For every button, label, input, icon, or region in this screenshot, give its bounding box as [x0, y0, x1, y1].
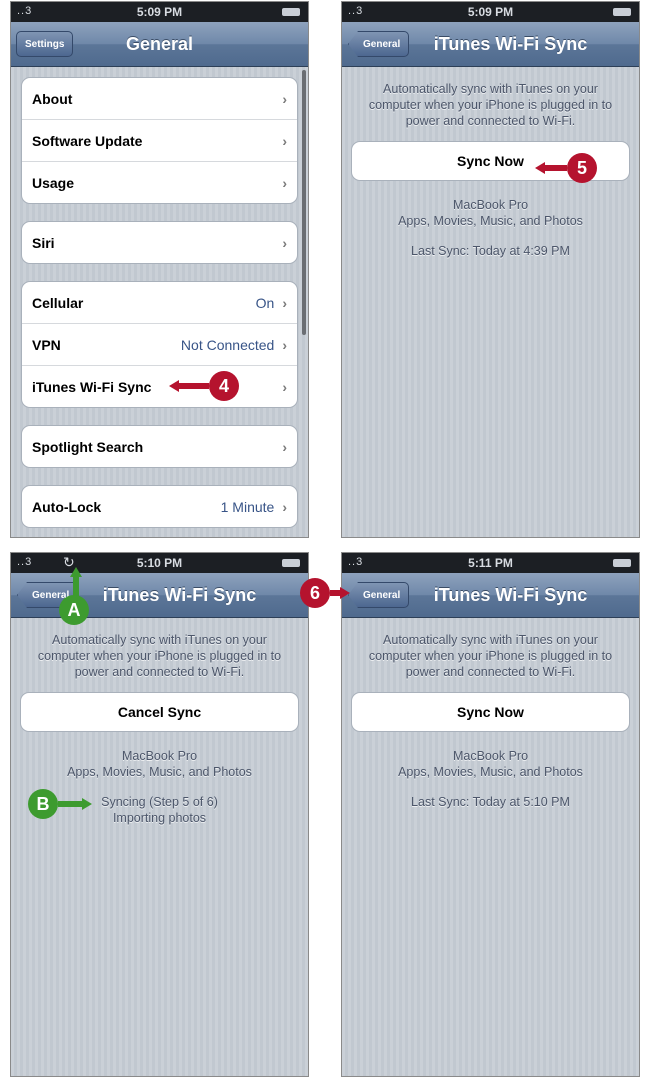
callout-step-4: 4: [169, 371, 239, 401]
sync-description: Automatically sync with iTunes on your c…: [37, 633, 282, 679]
page-title: iTunes Wi-Fi Sync: [102, 584, 257, 605]
row-value: 1 Minute: [220, 498, 275, 515]
page-title: iTunes Wi-Fi Sync: [433, 33, 588, 54]
battery-icon: [282, 559, 300, 567]
chevron-right-icon: ›: [282, 378, 287, 395]
settings-group-2: Siri ›: [21, 221, 298, 264]
callout-badge: 5: [567, 153, 597, 183]
chevron-right-icon: ›: [282, 498, 287, 515]
button-label: Sync Now: [457, 153, 524, 169]
battery-icon: [613, 559, 631, 567]
settings-row-software-update[interactable]: Software Update ›: [22, 120, 297, 162]
status-time: 5:09 PM: [136, 5, 183, 19]
row-label: Usage: [32, 174, 75, 191]
device-name: MacBook Pro: [452, 749, 529, 763]
callout-step-6: 6: [300, 578, 350, 608]
general-back-button[interactable]: General: [348, 31, 410, 57]
settings-back-button[interactable]: Settings: [16, 31, 74, 57]
chevron-right-icon: ›: [282, 336, 287, 353]
scrollbar[interactable]: [302, 70, 306, 335]
chevron-right-icon: ›: [282, 90, 287, 107]
settings-row-about[interactable]: About ›: [22, 78, 297, 120]
callout-arrowhead: [535, 162, 545, 174]
screenshot-general-settings: ..3 5:09 PM Settings General About › Sof…: [10, 1, 309, 538]
device-name: MacBook Pro: [121, 749, 198, 763]
sync-content: Apps, Movies, Music, and Photos: [398, 214, 583, 228]
navigation-bar: Settings General: [11, 22, 308, 67]
chevron-right-icon: ›: [282, 132, 287, 149]
navigation-bar: General iTunes Wi-Fi Sync: [11, 573, 308, 618]
status-bar: ..3 ↻ 5:10 PM: [11, 553, 308, 573]
row-label: Spotlight Search: [32, 438, 144, 455]
settings-row-vpn[interactable]: VPN Not Connected ›: [22, 324, 297, 366]
row-value: On: [255, 294, 275, 311]
status-time: 5:11 PM: [468, 556, 513, 570]
general-back-button[interactable]: General: [348, 582, 410, 608]
sync-description: Automatically sync with iTunes on your c…: [368, 82, 613, 128]
row-value: Not Connected: [180, 336, 275, 353]
chevron-right-icon: ›: [282, 174, 287, 191]
settings-row-siri[interactable]: Siri ›: [22, 222, 297, 263]
callout-arrowhead: [169, 380, 179, 392]
screenshot-syncing: ..3 ↻ 5:10 PM General iTunes Wi-Fi Sync …: [10, 552, 309, 1077]
callout-badge: 6: [300, 578, 330, 608]
battery-icon: [282, 8, 300, 16]
row-label: iTunes Wi-Fi Sync: [32, 378, 152, 395]
callout-step-5: 5: [535, 153, 597, 183]
row-label: Software Update: [32, 132, 143, 149]
page-title: General: [125, 33, 194, 54]
row-label: Siri: [32, 234, 55, 251]
status-time: 5:10 PM: [136, 556, 183, 570]
navigation-bar: General iTunes Wi-Fi Sync: [342, 22, 639, 67]
navigation-bar: General iTunes Wi-Fi Sync: [342, 573, 639, 618]
status-bar: ..3 5:09 PM: [342, 2, 639, 22]
settings-row-spotlight-search[interactable]: Spotlight Search ›: [22, 426, 297, 467]
cancel-sync-button[interactable]: Cancel Sync: [20, 692, 299, 732]
callout-arrow-shaft: [545, 165, 567, 171]
status-time: 5:09 PM: [467, 5, 514, 19]
sync-content: Apps, Movies, Music, and Photos: [398, 765, 583, 779]
last-sync: Last Sync: Today at 4:39 PM: [411, 244, 570, 258]
sync-description: Automatically sync with iTunes on your c…: [368, 633, 613, 679]
settings-row-usage[interactable]: Usage ›: [22, 162, 297, 203]
last-sync: Last Sync: Today at 5:10 PM: [411, 795, 570, 809]
status-bar: ..3 5:11 PM: [342, 553, 639, 573]
row-label: VPN: [32, 336, 61, 353]
callout-badge: 4: [209, 371, 239, 401]
settings-group-1: About › Software Update › Usage ›: [21, 77, 298, 204]
row-label: About: [32, 90, 73, 107]
callout-arrow-shaft: [58, 801, 82, 807]
settings-group-3: Cellular On › VPN Not Connected › iTunes…: [21, 281, 298, 408]
sync-content: Apps, Movies, Music, and Photos: [67, 765, 252, 779]
settings-group-4: Spotlight Search ›: [21, 425, 298, 468]
callout-a: A: [57, 567, 89, 627]
status-bar: ..3 5:09 PM: [11, 2, 308, 22]
screenshot-itunes-wifi-sync: ..3 5:09 PM General iTunes Wi-Fi Sync Au…: [341, 1, 640, 538]
page-title: iTunes Wi-Fi Sync: [433, 584, 588, 605]
battery-icon: [613, 8, 631, 16]
chevron-right-icon: ›: [282, 234, 287, 251]
settings-row-itunes-wifi-sync[interactable]: iTunes Wi-Fi Sync ›: [22, 366, 297, 407]
button-label: Cancel Sync: [117, 704, 202, 720]
callout-arrow-shaft: [179, 383, 209, 389]
settings-row-auto-lock[interactable]: Auto-Lock 1 Minute ›: [22, 486, 297, 527]
row-label: Cellular: [32, 294, 84, 311]
row-label: Auto-Lock: [32, 498, 102, 515]
settings-row-cellular[interactable]: Cellular On ›: [22, 282, 297, 324]
button-label: Sync Now: [457, 704, 524, 720]
sync-now-button[interactable]: Sync Now: [351, 692, 630, 732]
callout-b: B: [28, 789, 92, 819]
settings-group-5: Auto-Lock 1 Minute ›: [21, 485, 298, 528]
callout-badge: A: [59, 595, 89, 625]
chevron-right-icon: ›: [282, 438, 287, 455]
screenshot-sync-complete: ..3 5:11 PM General iTunes Wi-Fi Sync Au…: [341, 552, 640, 1077]
chevron-right-icon: ›: [282, 294, 287, 311]
callout-arrow-shaft: [330, 590, 340, 596]
callout-arrowhead: [82, 798, 92, 810]
callout-badge: B: [28, 789, 58, 819]
callout-a-badge-wrap: A: [59, 595, 89, 625]
callout-arrowhead: [340, 587, 350, 599]
device-name: MacBook Pro: [452, 198, 529, 212]
